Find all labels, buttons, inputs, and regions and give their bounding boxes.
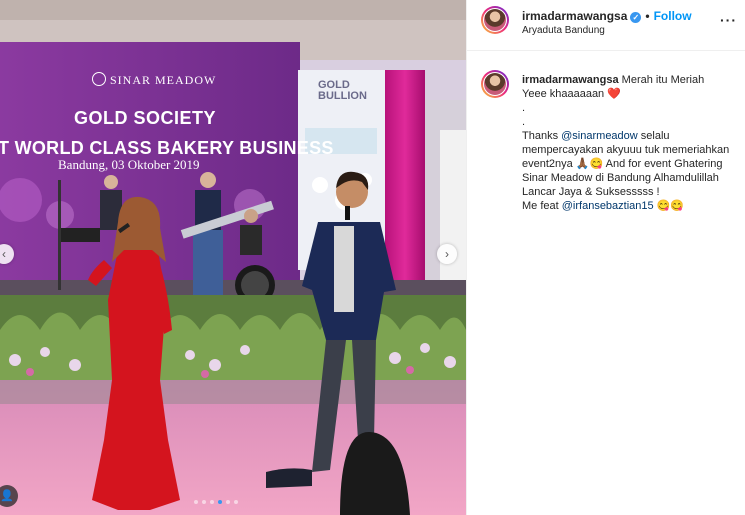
caption-line1: Merah itu Meriah xyxy=(621,74,705,86)
caption-username-link[interactable]: irmadarmawangsa xyxy=(522,74,619,86)
stage-photo-illustration xyxy=(0,0,466,515)
caption-text: irmadarmawangsa Merah itu Meriah Yeee kh… xyxy=(522,73,740,213)
follow-button[interactable]: Follow xyxy=(654,9,692,23)
next-photo-button[interactable]: › xyxy=(437,244,457,264)
more-options-icon[interactable]: ··· xyxy=(720,12,737,28)
caption-feat-suffix: 😋😋 xyxy=(653,200,685,212)
caption-feat: Me feat @irfansebaztian15 😋😋 xyxy=(522,199,740,213)
brand-logo-icon xyxy=(92,72,106,86)
verified-badge-icon: ✓ xyxy=(630,12,642,23)
carousel-dot xyxy=(234,500,238,504)
carousel-dot xyxy=(202,500,206,504)
caption-avatar[interactable] xyxy=(481,70,509,98)
banner-brand-text: SINAR MEADOW xyxy=(110,73,217,87)
carousel-dot xyxy=(226,500,230,504)
header-user-line: irmadarmawangsa ✓ • Follow xyxy=(522,9,692,23)
separator-dot: • xyxy=(645,9,650,23)
username-link[interactable]: irmadarmawangsa xyxy=(522,9,627,23)
post-sidebar: irmadarmawangsa ✓ • Follow Aryaduta Bandung… xyxy=(466,0,745,515)
banner-title-line2: T WORLD CLASS BAKERY BUSINESS xyxy=(0,138,334,158)
banner-brand: SINAR MEADOW xyxy=(92,72,216,88)
post-header: irmadarmawangsa ✓ • Follow Aryaduta Bandung… xyxy=(467,0,745,51)
caption-thanks-prefix: Thanks xyxy=(522,130,562,142)
location-link[interactable]: Aryaduta Bandung xyxy=(522,25,605,36)
caption-dot: . xyxy=(522,102,526,114)
mention-link[interactable]: @irfansebaztian15 xyxy=(562,200,654,212)
caption-feat-prefix: Me feat xyxy=(522,200,562,212)
post-photo[interactable]: SINAR MEADOW GOLD SOCIETY T WORLD CLASS … xyxy=(0,0,466,515)
avatar-ring xyxy=(483,8,507,32)
caption-line2: Yeee khaaaaaan ❤️ xyxy=(522,88,621,100)
caption-thanks: Thanks @sinarmeadow selalu mempercayakan… xyxy=(522,129,740,199)
banner-date: Bandung, 03 Oktober 2019 xyxy=(58,157,200,172)
sponsor-line2: BULLION xyxy=(318,90,367,102)
carousel-dot-active xyxy=(218,500,222,504)
avatar-image xyxy=(484,9,506,31)
avatar-image xyxy=(484,73,506,95)
carousel-indicator xyxy=(194,500,238,504)
banner-title-line1: GOLD SOCIETY xyxy=(74,108,217,128)
carousel-dot xyxy=(210,500,214,504)
mention-link[interactable]: @sinarmeadow xyxy=(561,130,638,142)
caption-dot: . xyxy=(522,116,526,128)
sponsor-logo: GOLD BULLION xyxy=(318,80,367,102)
avatar-ring xyxy=(483,72,507,96)
avatar[interactable] xyxy=(481,6,509,34)
carousel-dot xyxy=(194,500,198,504)
